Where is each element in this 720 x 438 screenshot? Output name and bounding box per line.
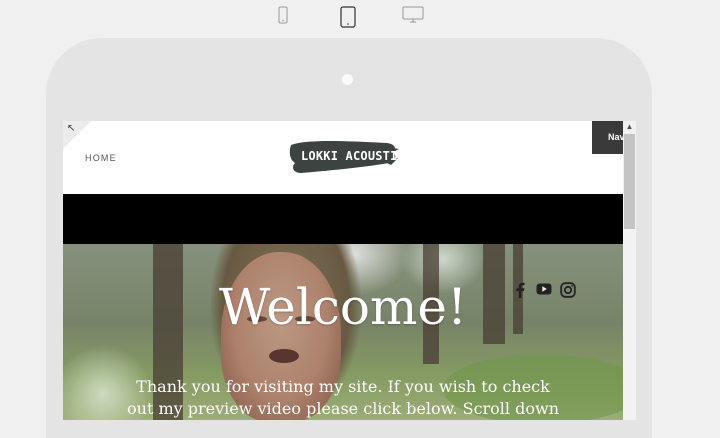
scroll-up-arrow-icon[interactable]: ▲ (623, 121, 636, 133)
logo-text: LOKKI ACOUSTIC (301, 149, 405, 163)
corner-fold[interactable]: ↖ (63, 121, 91, 149)
hero-section: Welcome! Thank you for visiting my site.… (63, 244, 623, 420)
site-preview: ↖ HOME LOKKI ACOUSTIC Nav Welcome! Thank… (63, 121, 636, 420)
device-switcher (0, 4, 720, 28)
mobile-icon[interactable] (278, 6, 288, 24)
desktop-icon[interactable] (402, 6, 424, 24)
scroll-thumb[interactable] (624, 134, 635, 229)
intro-text: Thank you for visiting my site. If you w… (127, 377, 559, 418)
welcome-heading: Welcome! (218, 278, 468, 336)
scrollbar[interactable]: ▲ (623, 121, 636, 420)
tablet-camera (342, 74, 353, 85)
tablet-icon[interactable] (340, 6, 356, 28)
site-logo[interactable]: LOKKI ACOUSTIC (287, 137, 405, 175)
expand-arrow-icon[interactable]: ↖ (67, 123, 75, 134)
header-band (63, 194, 623, 244)
nav-home-link[interactable]: HOME (85, 153, 117, 163)
